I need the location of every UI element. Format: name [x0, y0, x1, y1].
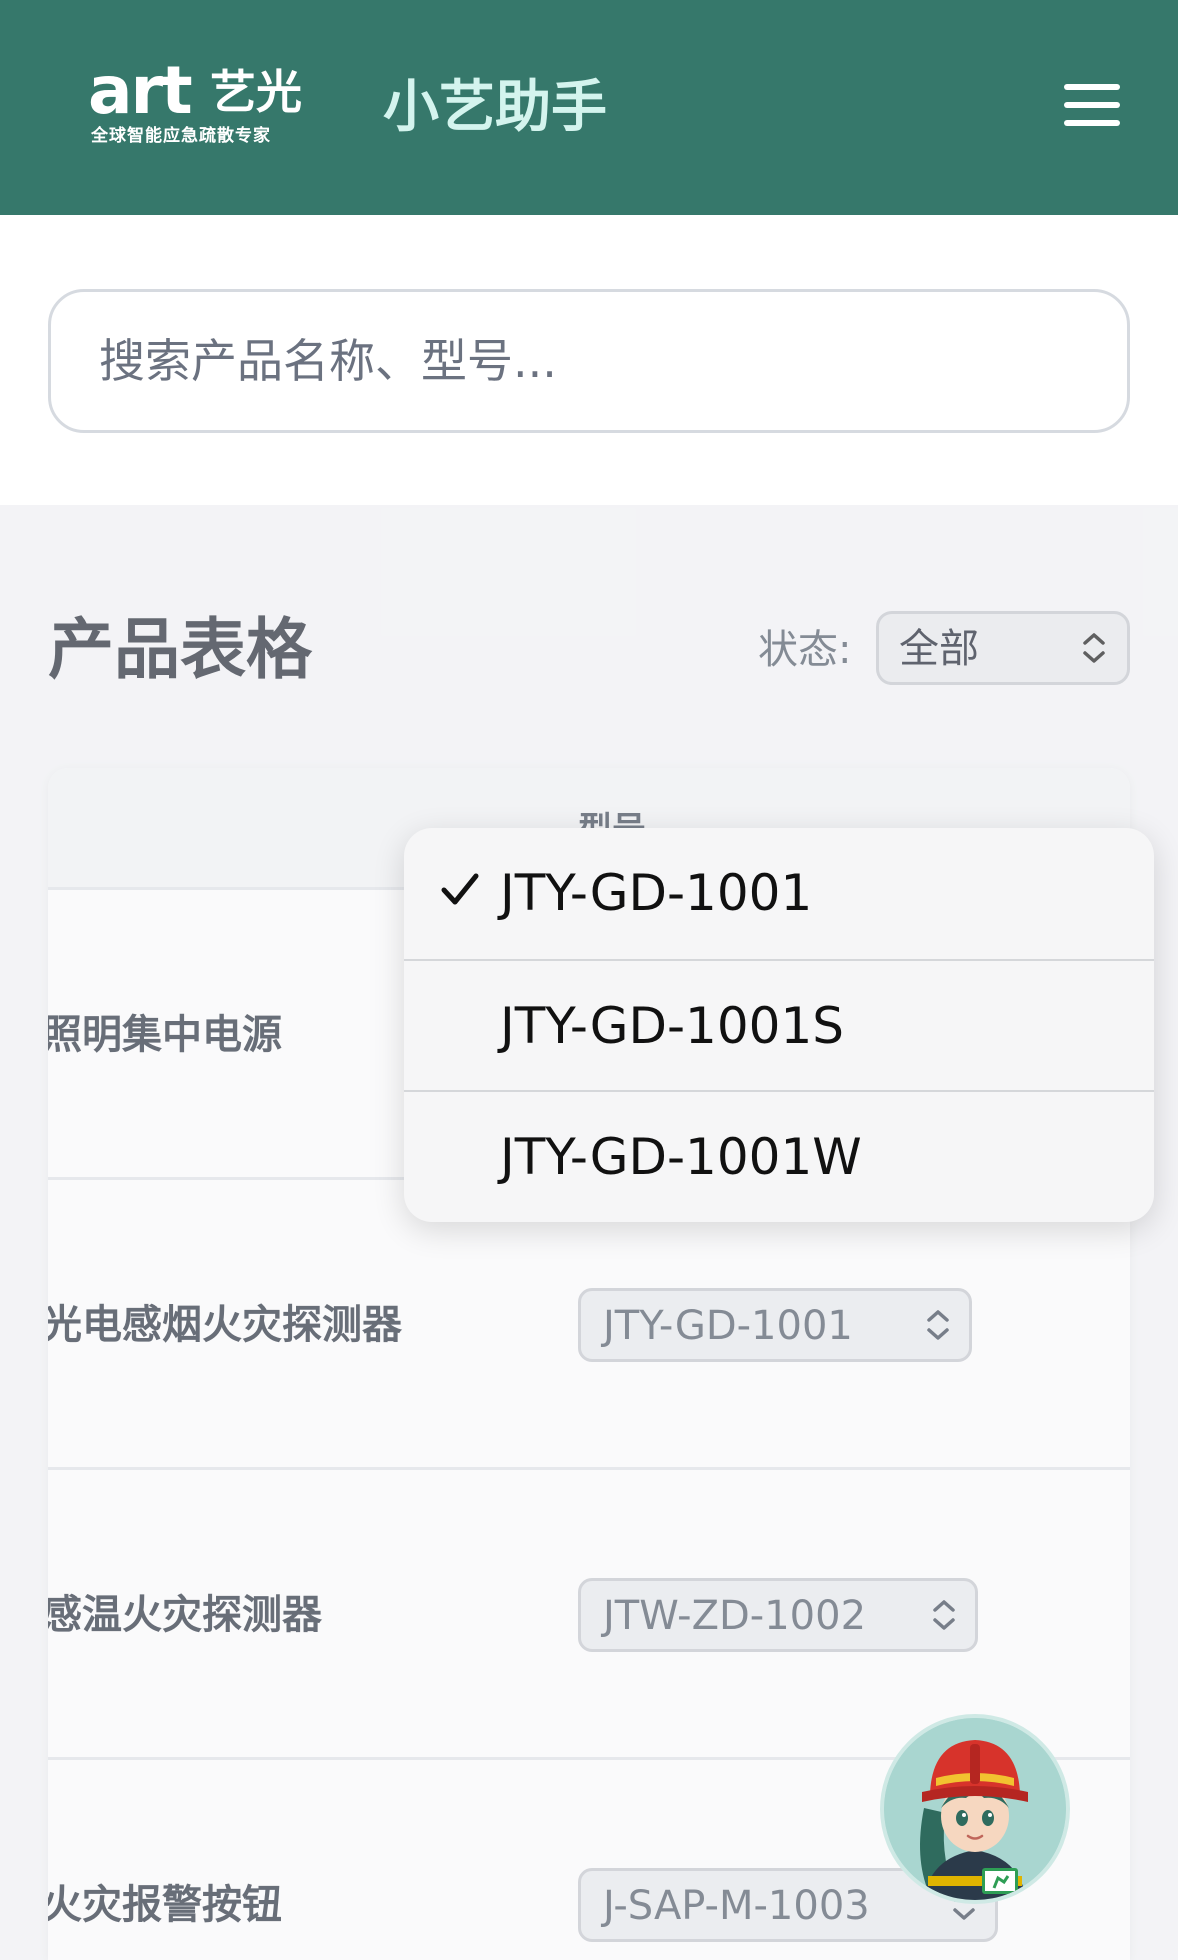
- model-select-value: JTY-GD-1001: [603, 1303, 853, 1349]
- status-filter-label: 状态:: [758, 627, 852, 673]
- model-select[interactable]: JTW-ZD-1002: [578, 1578, 978, 1652]
- dropdown-option[interactable]: JTY-GD-1001: [404, 828, 1154, 959]
- page-title: 产品表格: [48, 611, 312, 688]
- status-filter-select[interactable]: 全部: [876, 611, 1130, 685]
- product-name: 照明集中电源: [48, 1012, 282, 1058]
- status-filter-value: 全部: [899, 626, 979, 672]
- model-dropdown-menu: JTY-GD-1001 JTY-GD-1001S JTY-GD-1001W: [404, 828, 1154, 1222]
- chevron-updown-icon: [1083, 633, 1105, 663]
- chevron-updown-icon: [927, 1310, 949, 1340]
- logo-wordmark: art: [88, 52, 193, 129]
- model-select-value: J-SAP-M-1003: [603, 1883, 870, 1929]
- hamburger-menu-icon[interactable]: [1064, 82, 1122, 130]
- search-area: [0, 215, 1178, 505]
- chevron-updown-icon: [933, 1600, 955, 1630]
- checkmark-icon: [441, 873, 479, 905]
- app-title: 小艺助手: [383, 75, 607, 140]
- app-header: art 艺光 全球智能应急疏散专家 小艺助手: [0, 0, 1178, 215]
- dropdown-option[interactable]: JTY-GD-1001W: [404, 1090, 1154, 1221]
- model-select[interactable]: JTY-GD-1001: [578, 1288, 972, 1362]
- search-input[interactable]: [99, 292, 1079, 430]
- model-select-value: JTW-ZD-1002: [603, 1593, 867, 1639]
- dropdown-option-label: JTY-GD-1001: [500, 864, 813, 922]
- dropdown-option-label: JTY-GD-1001W: [500, 1128, 862, 1186]
- product-name: 光电感烟火灾探测器: [48, 1302, 402, 1348]
- product-name: 火灾报警按钮: [48, 1882, 282, 1928]
- search-box[interactable]: [48, 289, 1130, 433]
- logo-chinese-name: 艺光: [210, 65, 302, 119]
- table-row: 光电感烟火灾探测器 JTY-GD-1001: [48, 1180, 1130, 1470]
- assistant-avatar-button[interactable]: [880, 1714, 1070, 1904]
- logo-tagline: 全球智能应急疏散专家: [91, 126, 271, 146]
- dropdown-option-label: JTY-GD-1001S: [500, 997, 845, 1055]
- firefighter-avatar-icon: [884, 1718, 1066, 1900]
- dropdown-option[interactable]: JTY-GD-1001S: [404, 959, 1154, 1090]
- product-name: 感温火灾探测器: [48, 1592, 322, 1638]
